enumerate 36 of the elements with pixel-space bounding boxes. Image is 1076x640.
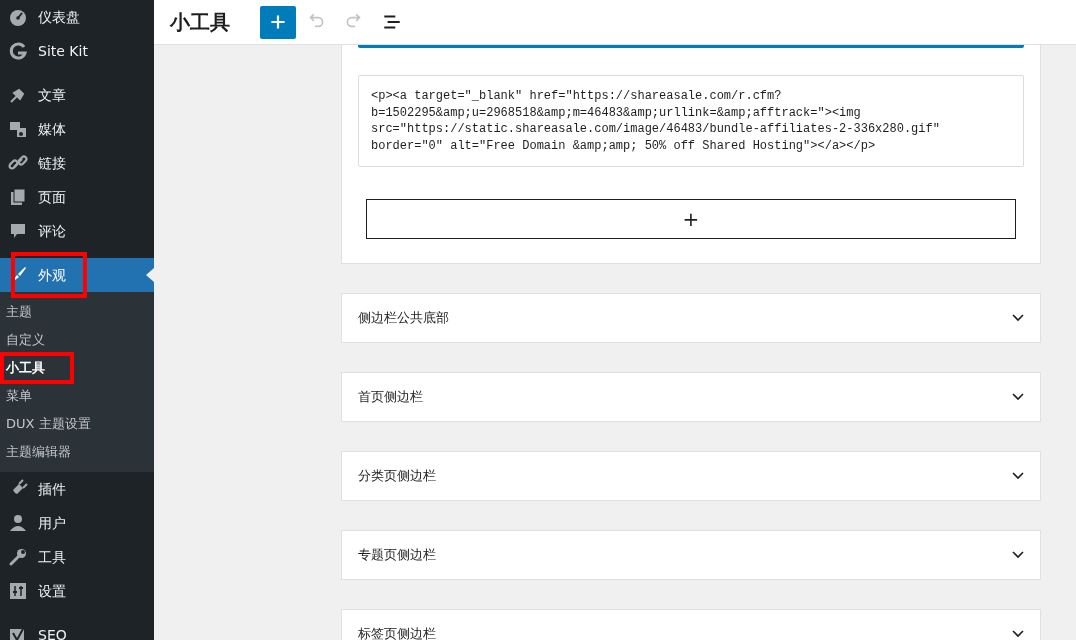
chevron-down-icon bbox=[1012, 314, 1024, 322]
letter-g-icon bbox=[8, 41, 28, 61]
add-block-button[interactable]: + bbox=[366, 199, 1016, 239]
sidebar-menu-item[interactable]: 设置 bbox=[0, 574, 154, 608]
chevron-down-icon bbox=[1012, 393, 1024, 401]
sidebar-menu-item[interactable]: 工具 bbox=[0, 540, 154, 574]
submenu-item[interactable]: DUX 主题设置 bbox=[0, 410, 154, 438]
sidebar-menu-item[interactable]: 仪表盘 bbox=[0, 0, 154, 34]
html-code-field[interactable]: <p><a target="_blank" href="https://shareasale.com/r.cfm? b=1502295&amp;u=2968518&amp;m=46483&amp;urllink=&amp;afftrack="><img src="https://static.shareasale.com/image/46483/bundle-affiliates-2-336x280.gif" border="0" alt="Free Domain &amp;amp; 50% off Shared Hosting"></a></p> bbox=[358, 75, 1024, 167]
add-block-button[interactable] bbox=[260, 5, 296, 39]
chevron-down-icon bbox=[1012, 551, 1024, 559]
sidebar-menu-item[interactable]: 文章 bbox=[0, 78, 154, 112]
sidebar-menu-item[interactable]: 插件 bbox=[0, 472, 154, 506]
sidebar-menu-item[interactable]: Site Kit bbox=[0, 34, 154, 68]
sidebar-menu-item[interactable]: 用户 bbox=[0, 506, 154, 540]
user-icon bbox=[8, 513, 28, 533]
pages-icon bbox=[8, 187, 28, 207]
submenu-item[interactable]: 小工具 bbox=[0, 354, 154, 382]
sidebar-menu-item[interactable]: 评论 bbox=[0, 214, 154, 248]
sidebar-menu-item[interactable]: 链接 bbox=[0, 146, 154, 180]
wrench-icon bbox=[8, 547, 28, 567]
chevron-down-icon bbox=[1012, 630, 1024, 638]
page-title: 小工具 bbox=[170, 10, 230, 34]
sidebar-menu-item[interactable]: 媒体 bbox=[0, 112, 154, 146]
submenu-item[interactable]: 主题 bbox=[0, 298, 154, 326]
media-icon bbox=[8, 119, 28, 139]
current-arrow-icon bbox=[146, 268, 154, 282]
submenu-item[interactable]: 菜单 bbox=[0, 382, 154, 410]
sidebar-menu-item[interactable]: 页面 bbox=[0, 180, 154, 214]
sidebar-menu-item[interactable]: 外观 bbox=[0, 258, 154, 292]
sliders-icon bbox=[8, 581, 28, 601]
submenu-item[interactable]: 自定义 bbox=[0, 326, 154, 354]
chevron-down-icon bbox=[1012, 472, 1024, 480]
sidebar-menu-item[interactable]: SEO bbox=[0, 618, 154, 640]
gauge-icon bbox=[8, 7, 28, 27]
submenu-item[interactable]: 主题编辑器 bbox=[0, 438, 154, 466]
